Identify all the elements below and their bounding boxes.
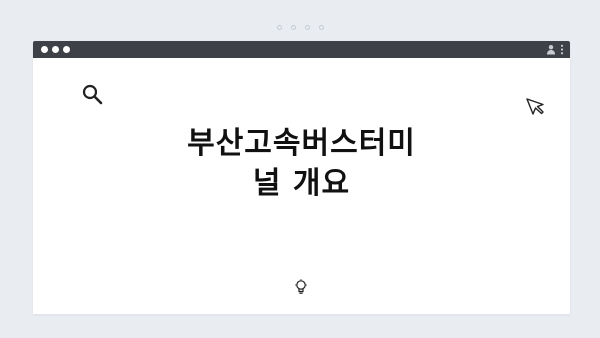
cursor-icon xyxy=(526,98,544,115)
dot xyxy=(319,25,324,30)
user-icon[interactable] xyxy=(546,44,556,55)
maximize-dot[interactable] xyxy=(63,46,70,53)
close-dot[interactable] xyxy=(41,46,48,53)
dot xyxy=(291,25,296,30)
slide-title-line2: 널 개요 xyxy=(252,166,351,201)
kebab-menu-icon[interactable] xyxy=(560,44,564,55)
window-titlebar xyxy=(33,41,570,58)
dot xyxy=(305,25,310,30)
search-icon[interactable] xyxy=(80,82,106,108)
browser-window: 부산고속버스터미 널 개요 xyxy=(33,41,570,314)
dot xyxy=(277,25,282,30)
top-dots xyxy=(277,25,324,30)
slide-title: 부산고속버스터미 널 개요 xyxy=(33,124,570,204)
minimize-dot[interactable] xyxy=(52,46,59,53)
window-controls xyxy=(41,46,70,53)
slide-title-line1: 부산고속버스터미 xyxy=(187,126,416,161)
lightbulb-icon xyxy=(295,279,307,294)
page: 부산고속버스터미 널 개요 xyxy=(0,0,600,338)
